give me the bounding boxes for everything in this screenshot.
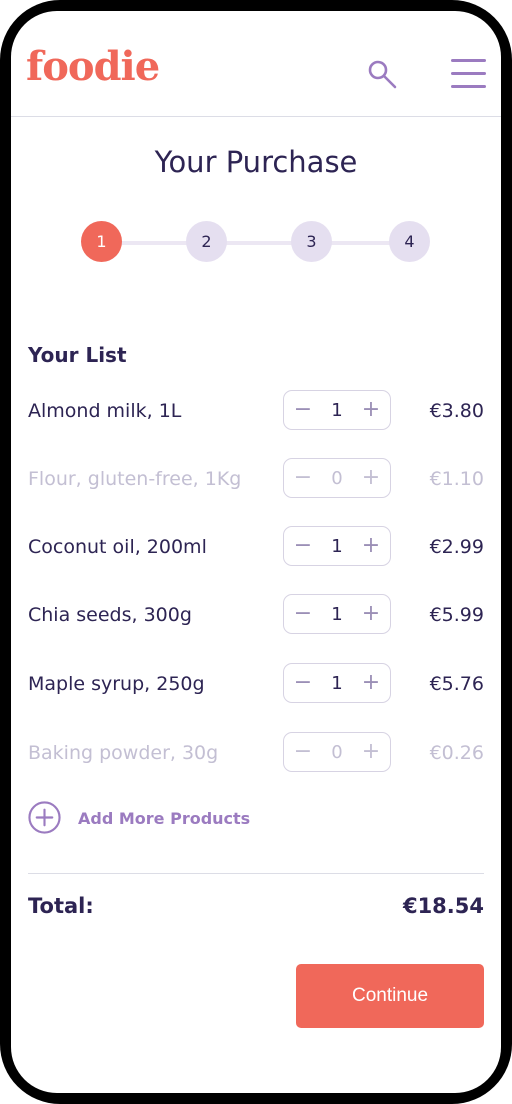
add-more-products-button[interactable]: Add More Products [28,801,268,835]
menu-button[interactable] [451,58,487,90]
page-title: Your Purchase [154,145,358,179]
list-item: Almond milk, 1L − 1 + €3.80 [11,390,501,434]
quantity-stepper: − 1 + [283,663,391,703]
item-price: €5.99 [429,604,484,626]
item-price: €3.80 [429,400,484,422]
quantity-stepper: − 1 + [283,526,391,566]
item-price: €5.76 [429,673,484,695]
item-name: Coconut oil, 200ml [28,536,207,558]
foodie-logo[interactable]: foodie [26,47,160,87]
item-name: Baking powder, 30g [28,742,219,764]
item-name: Maple syrup, 250g [28,673,205,695]
item-name: Chia seeds, 300g [28,604,192,626]
quantity-stepper: − 0 + [283,732,391,772]
increase-quantity-button[interactable]: + [357,737,385,765]
list-item: Coconut oil, 200ml − 1 + €2.99 [11,526,501,570]
increase-quantity-button[interactable]: + [357,531,385,559]
app-screen: foodie Your Purchase 1 2 3 4 Your List A… [11,11,501,1093]
search-icon [368,60,397,89]
divider [28,873,484,874]
list-title: Your List [28,343,127,367]
increase-quantity-button[interactable]: + [357,668,385,696]
list-item: Flour, gluten-free, 1Kg − 0 + €1.10 [11,458,501,502]
total-value: €18.54 [402,894,484,918]
item-name: Flour, gluten-free, 1Kg [28,468,242,490]
continue-button[interactable]: Continue [296,964,484,1028]
quantity-stepper: − 1 + [283,390,391,430]
item-price: €1.10 [429,468,484,490]
search-button[interactable] [367,59,397,89]
plus-circle-icon [28,801,61,834]
increase-quantity-button[interactable]: + [357,463,385,491]
step-3[interactable]: 3 [291,221,332,262]
stepper-track [101,241,411,245]
hamburger-menu-icon [451,85,486,88]
add-more-products-label: Add More Products [78,809,251,828]
total-label: Total: [28,894,94,918]
hamburger-menu-icon [451,72,486,75]
item-name: Almond milk, 1L [28,400,182,422]
item-price: €0.26 [429,742,484,764]
item-price: €2.99 [429,536,484,558]
quantity-stepper: − 0 + [283,458,391,498]
step-2[interactable]: 2 [186,221,227,262]
phone-frame: foodie Your Purchase 1 2 3 4 Your List A… [0,0,512,1104]
increase-quantity-button[interactable]: + [357,395,385,423]
progress-stepper: 1 2 3 4 [81,221,431,263]
quantity-stepper: − 1 + [283,594,391,634]
step-4[interactable]: 4 [389,221,430,262]
increase-quantity-button[interactable]: + [357,599,385,627]
hamburger-menu-icon [451,59,486,62]
list-item: Baking powder, 30g − 0 + €0.26 [11,732,501,776]
app-header: foodie [11,11,501,117]
list-item: Maple syrup, 250g − 1 + €5.76 [11,663,501,707]
list-item: Chia seeds, 300g − 1 + €5.99 [11,594,501,638]
step-1[interactable]: 1 [81,221,122,262]
